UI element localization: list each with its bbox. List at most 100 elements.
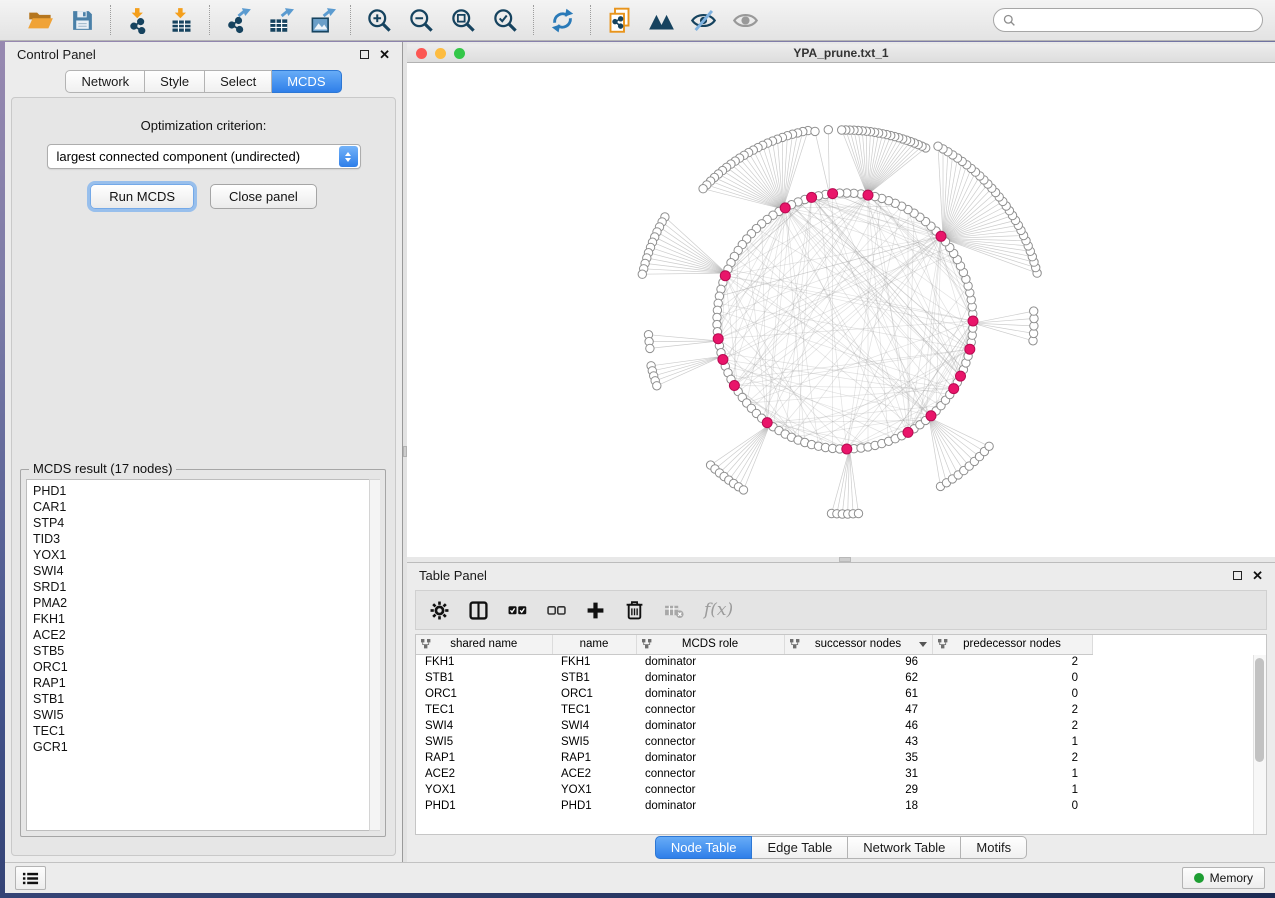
float-panel-icon[interactable]: [1233, 571, 1242, 580]
table-row[interactable]: TEC1TEC1connector472: [416, 702, 1092, 718]
mcds-result-item[interactable]: SRD1: [33, 579, 379, 595]
mcds-result-item[interactable]: TEC1: [33, 723, 379, 739]
open-session-button[interactable]: [26, 6, 54, 34]
criterion-select[interactable]: largest connected component (undirected): [47, 144, 361, 169]
close-panel-button[interactable]: Close panel: [210, 184, 317, 209]
cell-shared-name: ORC1: [416, 686, 552, 702]
delete-column-button[interactable]: [625, 600, 644, 620]
save-session-button[interactable]: [68, 6, 96, 34]
select-all-rows-button[interactable]: [508, 602, 527, 619]
table-scrollbar[interactable]: [1253, 655, 1266, 834]
refresh-view-button[interactable]: [548, 6, 576, 34]
deselect-all-rows-button[interactable]: [547, 602, 566, 619]
zoom-out-button[interactable]: [407, 6, 435, 34]
column-header-shared-name[interactable]: shared name: [416, 635, 552, 654]
memory-button[interactable]: Memory: [1182, 867, 1265, 889]
scrollbar-thumb[interactable]: [1255, 658, 1264, 762]
tab-motifs[interactable]: Motifs: [961, 836, 1027, 859]
maximize-window-traffic-light[interactable]: [454, 48, 465, 59]
cell-shared-name: YOX1: [416, 782, 552, 798]
show-all-button[interactable]: [731, 6, 759, 34]
cell-shared-name: PHD1: [416, 798, 552, 814]
import-table-button[interactable]: [167, 6, 195, 34]
minimize-window-traffic-light[interactable]: [435, 48, 446, 59]
tab-node-table[interactable]: Node Table: [655, 836, 753, 859]
tab-style[interactable]: Style: [145, 70, 205, 93]
zoom-selected-button[interactable]: [491, 6, 519, 34]
close-panel-icon[interactable]: ✕: [1252, 571, 1263, 580]
zoom-out-icon: [408, 7, 435, 34]
table-settings-button[interactable]: [430, 601, 449, 620]
clone-network-button[interactable]: [605, 6, 633, 34]
cell-predecessor-nodes: 1: [932, 734, 1092, 750]
mcds-result-item[interactable]: PMA2: [33, 595, 379, 611]
criterion-selected-value: largest connected component (undirected): [57, 149, 339, 164]
cell-MCDS-role: dominator: [636, 718, 784, 734]
column-header-name[interactable]: name: [552, 635, 636, 654]
table-row[interactable]: YOX1YOX1connector291: [416, 782, 1092, 798]
mcds-result-title: MCDS result (17 nodes): [29, 461, 176, 476]
mcds-result-item[interactable]: GCR1: [33, 739, 379, 755]
add-column-button[interactable]: [586, 601, 605, 620]
table-row[interactable]: PHD1PHD1dominator180: [416, 798, 1092, 814]
zoom-fit-button[interactable]: [449, 6, 477, 34]
task-list-icon: [22, 871, 39, 886]
float-panel-icon[interactable]: [360, 50, 369, 59]
column-header-predecessor-nodes[interactable]: predecessor nodes: [932, 635, 1092, 654]
tab-edge-table[interactable]: Edge Table: [752, 836, 848, 859]
horizontal-splitter[interactable]: [407, 557, 1275, 562]
mcds-result-item[interactable]: ORC1: [33, 659, 379, 675]
zoom-in-button[interactable]: [365, 6, 393, 34]
task-history-button[interactable]: [15, 866, 46, 890]
mcds-result-item[interactable]: RAP1: [33, 675, 379, 691]
show-columns-button[interactable]: [469, 601, 488, 620]
mcds-result-item[interactable]: STB1: [33, 691, 379, 707]
export-image-button[interactable]: [308, 6, 336, 34]
close-window-traffic-light[interactable]: [416, 48, 427, 59]
gear-icon: [430, 601, 449, 620]
function-builder-button[interactable]: f(x): [704, 600, 733, 620]
cell-predecessor-nodes: 2: [932, 702, 1092, 718]
mcds-result-item[interactable]: SWI5: [33, 707, 379, 723]
import-network-button[interactable]: [125, 6, 153, 34]
main-toolbar: [0, 0, 1275, 41]
mcds-result-item[interactable]: ACE2: [33, 627, 379, 643]
export-network-button[interactable]: [224, 6, 252, 34]
mcds-result-item[interactable]: CAR1: [33, 499, 379, 515]
mcds-result-item[interactable]: TID3: [33, 531, 379, 547]
vertical-splitter[interactable]: [403, 42, 407, 862]
table-row[interactable]: FKH1FKH1dominator962: [416, 654, 1092, 670]
search-input[interactable]: [1021, 12, 1253, 28]
mcds-result-item[interactable]: FKH1: [33, 611, 379, 627]
column-header-successor-nodes[interactable]: successor nodes: [784, 635, 932, 654]
clear-table-button[interactable]: [664, 602, 684, 619]
tab-network-table[interactable]: Network Table: [848, 836, 961, 859]
mcds-result-item[interactable]: STP4: [33, 515, 379, 531]
table-row[interactable]: RAP1RAP1dominator352: [416, 750, 1092, 766]
tab-select[interactable]: Select: [205, 70, 272, 93]
hide-selected-button[interactable]: [689, 6, 717, 34]
network-window-titlebar[interactable]: YPA_prune.txt_1: [407, 44, 1275, 63]
control-panel-title: Control Panel: [17, 47, 96, 62]
table-row[interactable]: STB1STB1dominator620: [416, 670, 1092, 686]
table-row[interactable]: SWI5SWI5connector431: [416, 734, 1092, 750]
tab-network[interactable]: Network: [65, 70, 145, 93]
export-table-button[interactable]: [266, 6, 294, 34]
splitter-handle[interactable]: [839, 557, 851, 562]
table-row[interactable]: ACE2ACE2connector311: [416, 766, 1092, 782]
network-canvas[interactable]: [407, 63, 1275, 557]
tab-mcds[interactable]: MCDS: [272, 70, 341, 93]
run-mcds-button[interactable]: Run MCDS: [90, 184, 194, 209]
mcds-result-group: MCDS result (17 nodes) PHD1CAR1STP4TID3Y…: [20, 469, 386, 837]
splitter-handle[interactable]: [403, 446, 407, 457]
close-panel-icon[interactable]: ✕: [379, 50, 390, 59]
result-list-scrollbar[interactable]: [369, 479, 380, 831]
table-row[interactable]: SWI4SWI4dominator462: [416, 718, 1092, 734]
column-header-MCDS-role[interactable]: MCDS role: [636, 635, 784, 654]
first-neighbors-button[interactable]: [647, 6, 675, 34]
mcds-result-item[interactable]: YOX1: [33, 547, 379, 563]
mcds-result-item[interactable]: SWI4: [33, 563, 379, 579]
mcds-result-item[interactable]: PHD1: [33, 483, 379, 499]
table-row[interactable]: ORC1ORC1dominator610: [416, 686, 1092, 702]
mcds-result-item[interactable]: STB5: [33, 643, 379, 659]
